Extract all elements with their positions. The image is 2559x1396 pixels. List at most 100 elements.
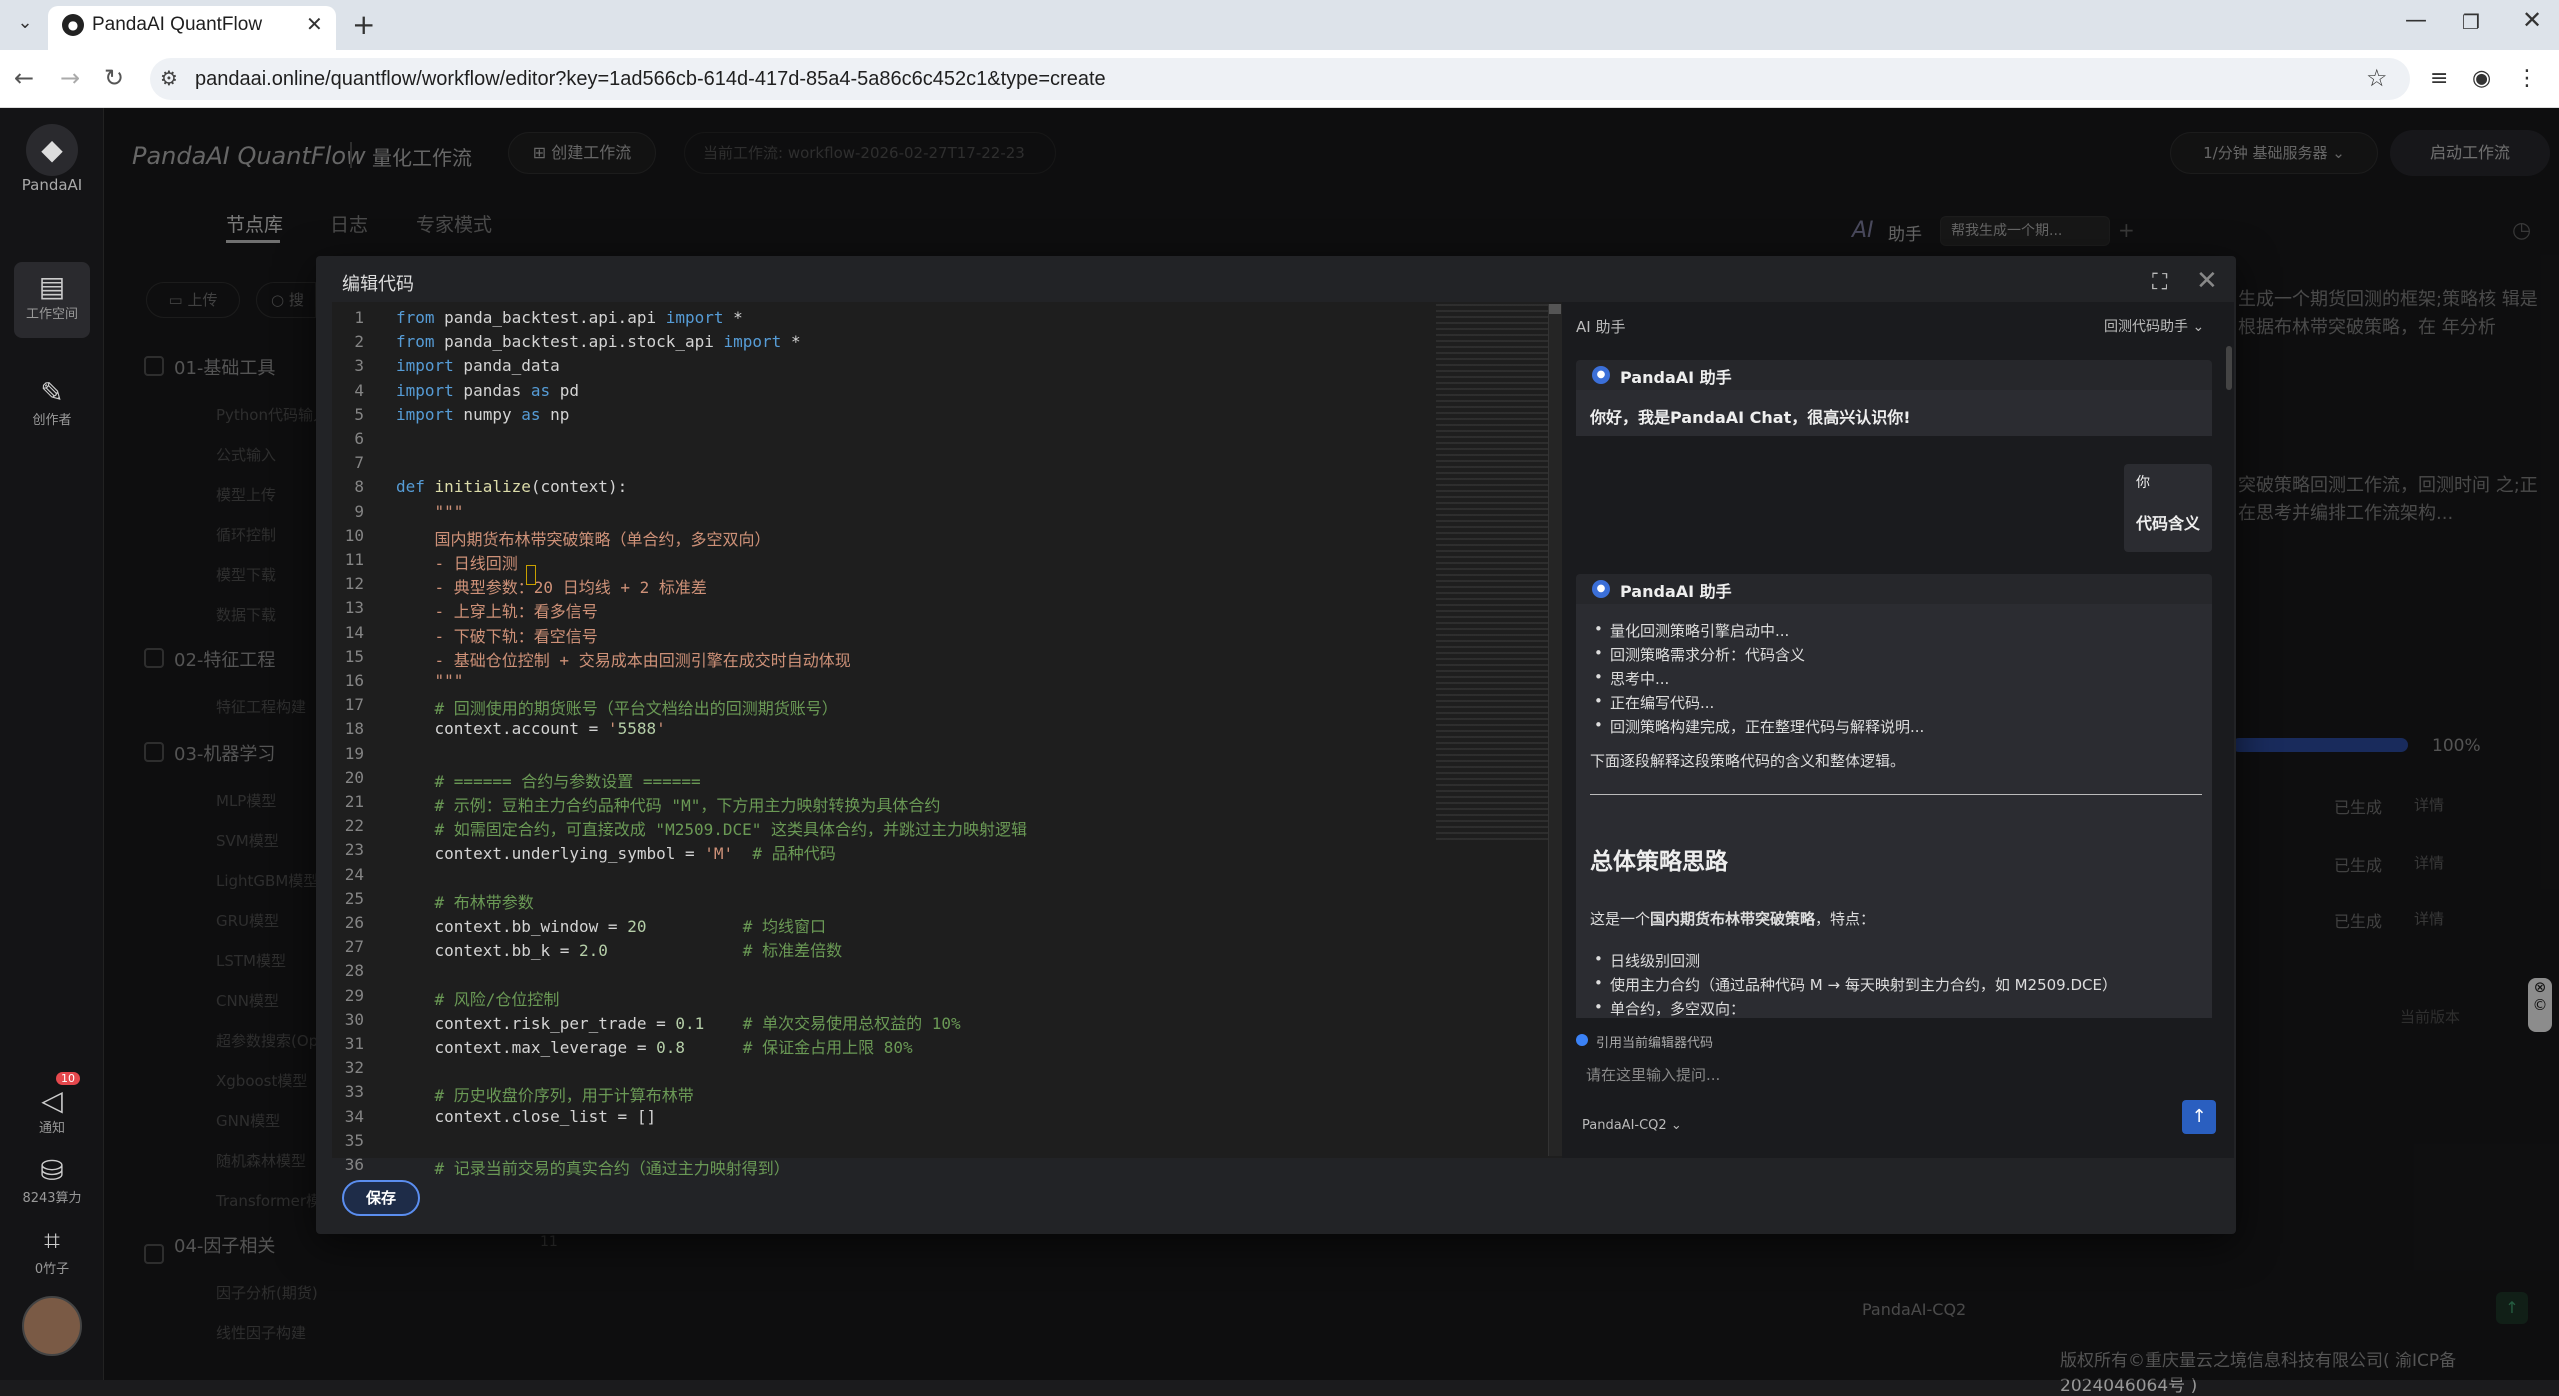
sidebar-item-compute[interactable]: ⛁ 8243算力 [14, 1146, 90, 1222]
desc-pre: 这是一个 [1590, 910, 1651, 928]
line-number: 33 [344, 1082, 364, 1102]
greeting-text: 你好，我是PandaAI Chat，很高兴认识你! [1590, 408, 1911, 427]
line-number: 2 [354, 332, 364, 352]
step-item: 正在编写代码... [1594, 692, 1714, 713]
code-line: # 布林带参数 [434, 892, 534, 912]
line-number: 20 [344, 767, 364, 787]
feature-item: 日线级别回测 [1594, 950, 1700, 971]
sidebar-item-bamboo[interactable]: ⌗ 0竹子 [14, 1216, 90, 1292]
desc-post: ，特点： [1815, 910, 1876, 928]
code-line: context.bb_k = 2.0 # 标准差倍数 [396, 941, 843, 961]
edit-icon: ✎ [40, 376, 64, 409]
line-number: 6 [354, 429, 364, 448]
code-line: # 记录当前交易的真实合约（通过主力映射得到） [434, 1159, 790, 1178]
save-button[interactable]: 保存 [342, 1180, 420, 1216]
media-control-icon[interactable]: ≡ [2430, 66, 2448, 91]
desc-bold: 国内期货布林带突破策略 [1650, 910, 1816, 928]
code-line: 国内期货布林带突破策略（单合约，多空双向） [396, 529, 771, 549]
section-description: 这是一个国内期货布林带突破策略，特点： [1590, 908, 1875, 929]
explanation-intro: 下面逐段解释这段策略代码的含义和整体逻辑。 [1590, 752, 1906, 770]
code-line: # 风险/仓位控制 [434, 989, 560, 1009]
line-number: 32 [344, 1058, 364, 1078]
chat-input[interactable]: 请在这里输入提问... [1586, 1064, 1720, 1085]
bookmark-star-icon[interactable]: ☆ [2366, 64, 2388, 92]
fullscreen-icon[interactable]: ⛶ [2152, 270, 2167, 295]
code-line: - 日线回测 [396, 554, 518, 573]
close-icon[interactable]: ✕ [2196, 266, 2218, 296]
step-item: 回测策略需求分析：代码含义 [1594, 644, 1805, 665]
code-line: - 基础仓位控制 + 交易成本由回测引擎在成交时自动体现 [396, 650, 851, 670]
logo-text: PandaAI [21, 176, 83, 194]
back-icon[interactable]: ← [14, 64, 34, 92]
minimize-icon[interactable]: — [2405, 8, 2427, 33]
reload-icon[interactable]: ↻ [104, 64, 124, 92]
user-label: 你 [2136, 475, 2150, 491]
code-line: context.max_leverage = 0.8 # 保证金占用上限 80% [396, 1038, 913, 1057]
step-item: 量化回测策略引擎启动中... [1594, 620, 1789, 641]
line-number: 17 [344, 695, 364, 715]
tab-close-icon[interactable]: ✕ [306, 12, 323, 36]
forward-icon[interactable]: → [60, 64, 80, 92]
code-line: import numpy as np [396, 404, 570, 424]
sidebar-item-label: 通知 [38, 1121, 65, 1136]
sidebar-item-creator[interactable]: ✎ 创作者 [14, 368, 90, 444]
line-number: 29 [344, 985, 364, 1005]
chevron-down-icon: ⌄ [1666, 1118, 1682, 1133]
sidebar-item-notify[interactable]: ◁ 通知 [14, 1076, 90, 1152]
panda-assistant-icon: ● [1592, 366, 1610, 384]
editor-scrollbar[interactable] [1548, 304, 1562, 1156]
notify-badge: 10 [56, 1072, 80, 1085]
ai-panel-label: AI 助手 [1576, 318, 1626, 336]
line-number: 12 [344, 574, 364, 594]
ref-code-radio[interactable] [1576, 1034, 1588, 1046]
code-line: context.close_list = [] [396, 1106, 657, 1126]
line-number: 11 [344, 550, 364, 569]
tab-search-icon[interactable]: ⌄ [14, 12, 36, 34]
assistant-mode-select[interactable]: 回测代码助手 ⌄ [2104, 316, 2204, 336]
code-line: import pandas as pd [396, 380, 580, 400]
line-number: 26 [344, 913, 364, 932]
code-line: # ====== 合约与参数设置 ====== [434, 771, 701, 791]
new-tab-icon[interactable]: + [352, 8, 375, 41]
divider [1590, 794, 2202, 795]
code-line: context.bb_window = 20 # 均线窗口 [396, 917, 827, 936]
step-item: 思考中... [1594, 668, 1669, 689]
code-line: # 历史收盘价序列，用于计算布林带 [434, 1086, 694, 1106]
feature-item: 单合约，多空双向： [1594, 998, 1745, 1019]
url-text[interactable]: pandaai.online/quantflow/workflow/editor… [195, 68, 1106, 91]
line-number: 8 [354, 477, 364, 497]
send-button[interactable]: ↑ [2182, 1100, 2216, 1134]
sidebar-item-label: 创作者 [32, 413, 72, 428]
restore-icon[interactable]: ❐ [2462, 10, 2480, 34]
code-line: # 回测使用的期货账号（平台文档给出的回测期货账号） [434, 699, 838, 719]
code-line: # 示例：豆粕主力合约品种代码 "M"，下方用主力映射转换为具体合约 [434, 796, 941, 815]
model-label: PandaAI-CQ2 [1582, 1118, 1667, 1133]
avatar[interactable] [22, 1296, 82, 1356]
window-close-icon[interactable]: ✕ [2522, 6, 2542, 34]
model-select[interactable]: PandaAI-CQ2 ⌄ [1582, 1118, 1682, 1133]
ref-code-label: 引用当前编辑器代码 [1596, 1036, 1714, 1051]
line-number: 10 [344, 525, 364, 545]
profile-icon[interactable]: ◉ [2472, 66, 2491, 91]
assistant-name: PandaAI 助手 [1620, 582, 1732, 601]
sidebar-item-label: 0竹子 [34, 1262, 70, 1277]
line-number: 4 [354, 380, 364, 400]
code-minimap[interactable] [1436, 304, 1548, 840]
code-line: """ [396, 671, 464, 690]
bell-icon: ◁ [41, 1084, 63, 1117]
line-number: 21 [344, 792, 364, 811]
code-line: context.account = '5588' [396, 719, 666, 739]
code-line: context.risk_per_trade = 0.1 # 单次交易使用总权益… [396, 1013, 961, 1033]
code-line: context.underlying_symbol = 'M' # 品种代码 [396, 844, 836, 864]
menu-dots-icon[interactable]: ⋮ [2516, 66, 2538, 91]
sidebar-item-workspace[interactable]: ▤ 工作空间 [14, 262, 90, 338]
panda-assistant-icon: ● [1592, 580, 1610, 598]
section-heading: 总体策略思路 [1590, 849, 1728, 875]
bamboo-icon: ⌗ [44, 1224, 60, 1257]
line-number: 5 [354, 404, 364, 424]
code-line: - 典型参数：20 日均线 + 2 标准差 [396, 578, 707, 598]
code-line: - 下破下轨：看空信号 [396, 626, 598, 646]
chat-scrollbar[interactable] [2226, 346, 2232, 390]
scrollbar-thumb[interactable] [1549, 304, 1561, 314]
site-info-icon[interactable]: ⚙ [160, 66, 178, 90]
